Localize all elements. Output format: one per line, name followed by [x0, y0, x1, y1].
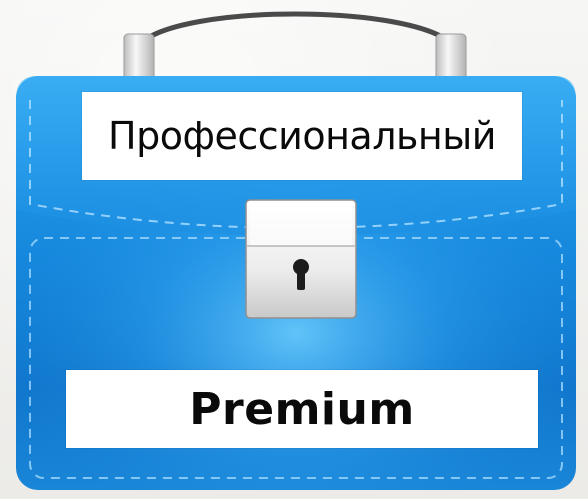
top-label-box: Профессиональный: [82, 92, 522, 180]
bottom-label-text: Premium: [189, 383, 415, 435]
top-label-text: Профессиональный: [108, 114, 496, 158]
bottom-label-box: Premium: [66, 370, 538, 448]
canvas: Профессиональный Premium: [0, 0, 588, 499]
